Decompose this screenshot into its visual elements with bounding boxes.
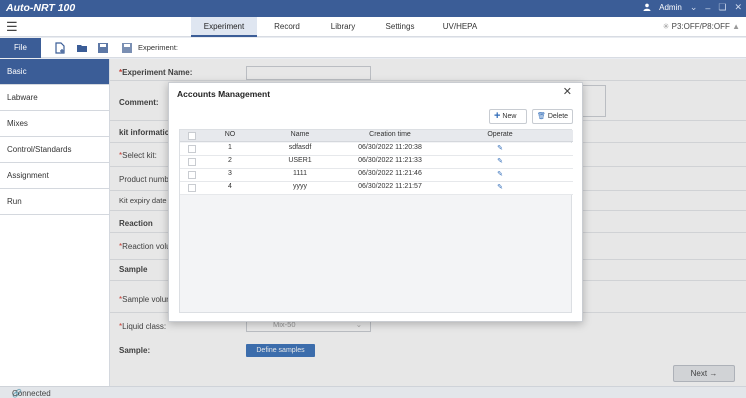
connection-status: Connected (12, 389, 51, 398)
experiment-label: Experiment: (138, 43, 179, 52)
tab-settings[interactable]: Settings (371, 17, 429, 37)
trash-icon: 🗑 (537, 113, 546, 120)
row-checkbox[interactable] (188, 171, 196, 179)
sidebar: Basic Labware Mixes Control/Standards As… (0, 59, 110, 386)
toolbar: File Experiment: (0, 38, 746, 58)
save-as-icon[interactable] (121, 42, 133, 54)
tab-uv-hepa[interactable]: UV/HEPA (431, 17, 489, 37)
close-icon[interactable]: ✕ (563, 87, 572, 98)
chevron-down-icon[interactable]: ⌄ (690, 2, 698, 13)
sidebar-item-labware[interactable]: Labware (0, 85, 109, 111)
open-folder-icon[interactable] (76, 42, 88, 54)
edit-icon[interactable]: ✎ (470, 183, 530, 191)
sidebar-item-basic[interactable]: Basic (0, 59, 109, 85)
user-name[interactable]: Admin (659, 3, 682, 12)
user-icon[interactable] (643, 3, 651, 13)
delete-account-button[interactable]: 🗑 Delete (532, 109, 573, 124)
save-icon[interactable] (97, 42, 109, 54)
sidebar-item-run[interactable]: Run (0, 189, 109, 215)
table-row[interactable]: 3 1111 06/30/2022 11:21:46 ✎ (180, 169, 573, 182)
device-status: ✳ P3:OFF/P8:OFF ▲ (663, 22, 740, 31)
accounts-management-dialog: Accounts Management ✕ + New 🗑 Delete NO … (168, 82, 583, 322)
new-experiment-icon[interactable] (54, 42, 66, 54)
col-creation-time: Creation time (369, 131, 411, 138)
hamburger-menu-icon[interactable]: ☰ (6, 20, 18, 33)
select-all-checkbox[interactable] (188, 132, 196, 140)
edit-icon[interactable]: ✎ (470, 144, 530, 152)
tab-experiment[interactable]: Experiment (191, 17, 257, 37)
sidebar-item-assignment[interactable]: Assignment (0, 163, 109, 189)
table-row[interactable]: 1 sdfasdf 06/30/2022 11:20:38 ✎ (180, 143, 573, 156)
sidebar-item-control-standards[interactable]: Control/Standards (0, 137, 109, 163)
tab-library[interactable]: Library (317, 17, 369, 37)
maximize-icon[interactable]: ❏ (718, 2, 726, 13)
file-button[interactable]: File (0, 38, 41, 58)
accounts-table: NO Name Creation time Operate 1 sdfasdf … (179, 129, 573, 313)
sidebar-item-mixes[interactable]: Mixes (0, 111, 109, 137)
uv-lamp-icon: ✳ (662, 22, 670, 31)
table-header: NO Name Creation time Operate (180, 130, 573, 142)
tab-record[interactable]: Record (259, 17, 315, 37)
app-title: Auto-NRT 100 (6, 2, 76, 14)
close-window-icon[interactable]: ✕ (734, 2, 742, 13)
table-row[interactable]: 2 USER1 06/30/2022 11:21:33 ✎ (180, 156, 573, 169)
lock-icon: ▲ (732, 22, 740, 31)
table-row[interactable]: 4 yyyy 06/30/2022 11:21:57 ✎ (180, 182, 573, 195)
status-text: P3:OFF/P8:OFF (671, 22, 730, 31)
dialog-title: Accounts Management (177, 89, 271, 99)
row-checkbox[interactable] (188, 158, 196, 166)
plus-icon: + (494, 110, 501, 122)
title-bar: Auto-NRT 100 Admin ⌄ – ❏ ✕ (0, 0, 746, 17)
col-name: Name (290, 131, 310, 138)
minimize-icon[interactable]: – (705, 3, 710, 13)
menu-bar: ☰ Experiment Record Library Settings UV/… (0, 17, 746, 37)
col-no: NO (224, 131, 236, 138)
col-operate: Operate (487, 131, 513, 138)
status-bar: 🔗 Connected (0, 386, 746, 398)
row-checkbox[interactable] (188, 184, 196, 192)
edit-icon[interactable]: ✎ (470, 157, 530, 165)
edit-icon[interactable]: ✎ (470, 170, 530, 178)
new-account-button[interactable]: + New (489, 109, 527, 124)
row-checkbox[interactable] (188, 145, 196, 153)
